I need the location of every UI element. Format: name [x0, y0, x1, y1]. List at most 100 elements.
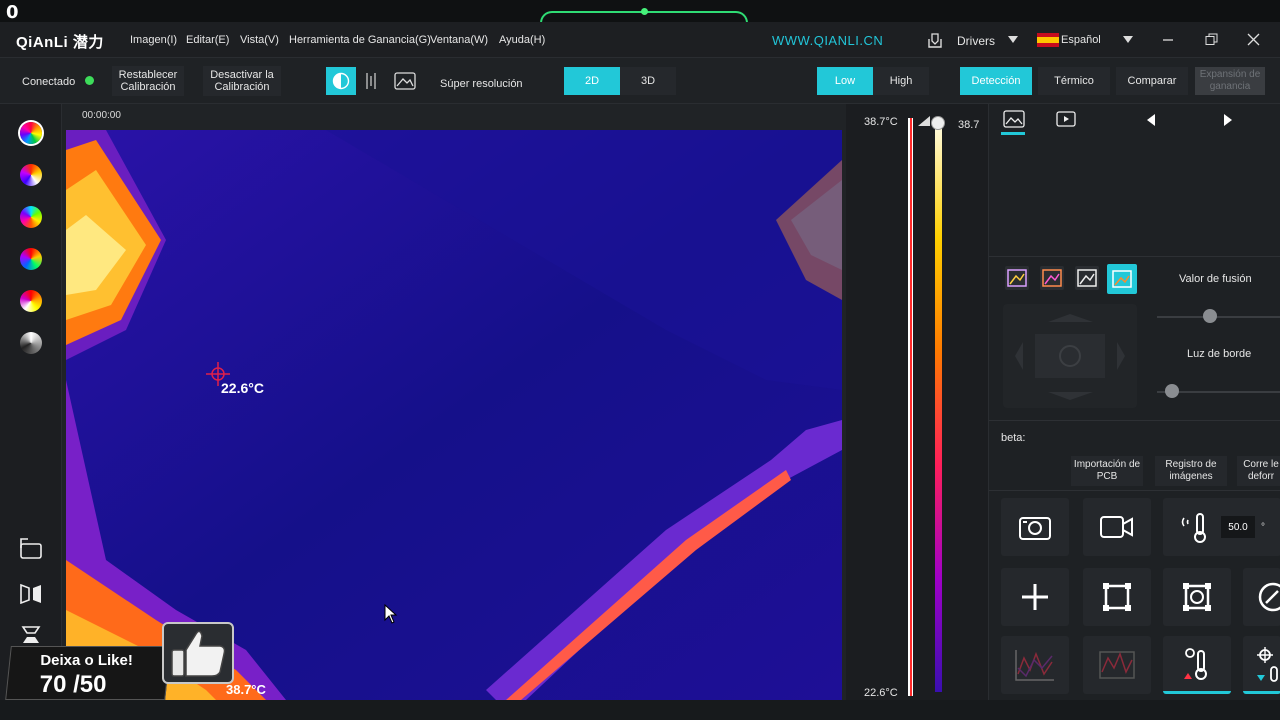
contrast-toggle-button[interactable] [326, 67, 356, 95]
temperature-scale: 38.7°C 38.7 22.6°C [846, 104, 988, 700]
menu-ayuda[interactable]: Ayuda(H) [499, 34, 545, 46]
menu-imagen[interactable]: Imagen(I) [130, 34, 177, 46]
line-tool-button[interactable] [1243, 568, 1280, 626]
alarm-marker-icon [1184, 647, 1207, 680]
menu-herramienta[interactable]: Herramienta de Ganancia(G) [289, 34, 431, 46]
language-select[interactable]: Español [1061, 34, 1101, 46]
color-scale-bar [935, 124, 942, 692]
region-target-button[interactable] [1163, 568, 1231, 626]
like-overlay: Deixa o Like! 70 /50 [5, 646, 171, 700]
temp-curve-button[interactable] [1001, 636, 1069, 694]
recording-dot [641, 8, 648, 15]
gain-low-button[interactable]: Low [817, 67, 873, 95]
palette-rainbow-icon[interactable] [20, 122, 42, 144]
snapshot-button[interactable] [1001, 498, 1069, 556]
super-resolution-label[interactable]: Súper resolución [440, 78, 523, 90]
corner-number: 0 [6, 2, 19, 23]
chevron-down-icon[interactable] [1123, 36, 1133, 44]
menu-ventana[interactable]: Ventana(W) [430, 34, 488, 46]
website-link[interactable]: WWW.QIANLI.CN [772, 33, 883, 48]
direction-pad[interactable] [1003, 304, 1137, 408]
palette-rainbow2-icon[interactable] [20, 206, 42, 228]
fusion-mode-4-icon[interactable] [1107, 264, 1137, 294]
scale-max-handle[interactable] [931, 116, 945, 130]
palette-grayscale-icon[interactable] [20, 332, 42, 354]
min-marker-button[interactable] [1243, 636, 1280, 694]
video-mode-icon[interactable] [1056, 111, 1076, 127]
add-rectangle-button[interactable] [1083, 568, 1151, 626]
thumbs-up-badge [162, 622, 234, 684]
thermal-tab[interactable]: Térmico [1038, 67, 1110, 95]
add-point-button[interactable] [1001, 568, 1069, 626]
max-temperature-label: 38.7°C [226, 682, 266, 697]
triangle-icon [918, 116, 930, 126]
prev-icon[interactable] [1146, 114, 1156, 126]
palette-iron-icon[interactable] [20, 164, 42, 186]
flip-icon[interactable] [20, 624, 42, 646]
divider [989, 490, 1280, 491]
gain-expansion-button[interactable]: Expansión de ganancia [1195, 67, 1265, 95]
palette-lava-icon[interactable] [20, 248, 42, 270]
temperature-alarm-control[interactable]: 50.0 ° [1163, 498, 1280, 556]
like-title: Deixa o Like! [40, 652, 133, 669]
menu-vista[interactable]: Vista(V) [240, 34, 279, 46]
line-tool-icon [1258, 582, 1280, 612]
fusion-slider-handle[interactable] [1203, 309, 1217, 323]
top-strip: 0 [0, 0, 1280, 25]
like-count: 70 /50 [39, 671, 107, 698]
image-registration-button[interactable]: Registro de imágenes [1155, 456, 1227, 486]
driver-install-icon[interactable] [926, 31, 944, 49]
mirror-icon[interactable] [18, 582, 44, 604]
correction-button[interactable]: Corre le deforr [1237, 456, 1280, 486]
edge-slider-handle[interactable] [1165, 384, 1179, 398]
status-dot [85, 76, 94, 85]
temp-curve-icon [1015, 650, 1054, 681]
image-mode-icon[interactable] [1003, 110, 1025, 128]
record-video-button[interactable] [1083, 498, 1151, 556]
mode-3d-button[interactable]: 3D [620, 67, 676, 95]
minimize-icon[interactable] [1162, 34, 1174, 46]
fusion-mode-2-icon[interactable] [1040, 266, 1064, 290]
thermal-image[interactable]: 22.6°C [66, 130, 842, 700]
chevron-down-icon[interactable] [1008, 36, 1018, 44]
detection-tab[interactable]: Detección [960, 67, 1032, 95]
app-logo: QiAnLi 潜力 [16, 34, 104, 51]
cursor-icon [384, 604, 398, 624]
min-marker-icon [1257, 646, 1278, 682]
pcb-import-button[interactable]: Importación de PCB [1071, 456, 1143, 486]
next-icon[interactable] [1223, 114, 1233, 126]
divider [989, 420, 1280, 421]
alarm-marker-button[interactable] [1163, 636, 1231, 694]
alarm-temp-input[interactable]: 50.0 [1221, 516, 1255, 538]
restore-icon[interactable] [1205, 33, 1218, 46]
palette-medical-icon[interactable] [20, 290, 42, 312]
scale-max: 38.7°C [864, 116, 898, 128]
drivers-menu[interactable]: Drivers [957, 34, 995, 48]
menu-editar[interactable]: Editar(E) [186, 34, 229, 46]
edge-light-label: Luz de borde [1187, 348, 1252, 360]
region-curve-button[interactable] [1083, 636, 1151, 694]
right-panel: Valor de fusión Luz de borde beta: Impor… [988, 104, 1280, 720]
direction-pad-graphic [1015, 314, 1125, 400]
scale-red-line [910, 118, 912, 696]
toolbar: Conectado Restablecer Calibración Desact… [0, 58, 1280, 104]
thumbs-up-icon [171, 630, 226, 677]
reset-calibration-button[interactable]: Restablecer Calibración [112, 66, 184, 96]
camera-icon [1019, 517, 1051, 540]
gain-high-button[interactable]: High [873, 67, 929, 95]
palette-sidebar [0, 104, 62, 720]
fusion-mode-1-icon[interactable] [1005, 266, 1029, 290]
rotate-icon[interactable] [18, 536, 44, 560]
video-camera-icon [1100, 516, 1133, 538]
disable-calibration-button[interactable]: Desactivar la Calibración [203, 66, 281, 96]
mode-2d-button[interactable]: 2D [564, 67, 620, 95]
contrast-icon [332, 72, 350, 90]
spain-flag-icon [1037, 33, 1059, 47]
beta-label: beta: [1001, 432, 1026, 444]
compare-tab[interactable]: Comparar [1116, 67, 1188, 95]
bars-icon[interactable] [364, 72, 378, 90]
image-icon[interactable] [394, 72, 416, 90]
close-icon[interactable] [1247, 33, 1260, 46]
fusion-mode-3-icon[interactable] [1075, 266, 1099, 290]
fusion-slider-track[interactable] [1157, 316, 1280, 318]
